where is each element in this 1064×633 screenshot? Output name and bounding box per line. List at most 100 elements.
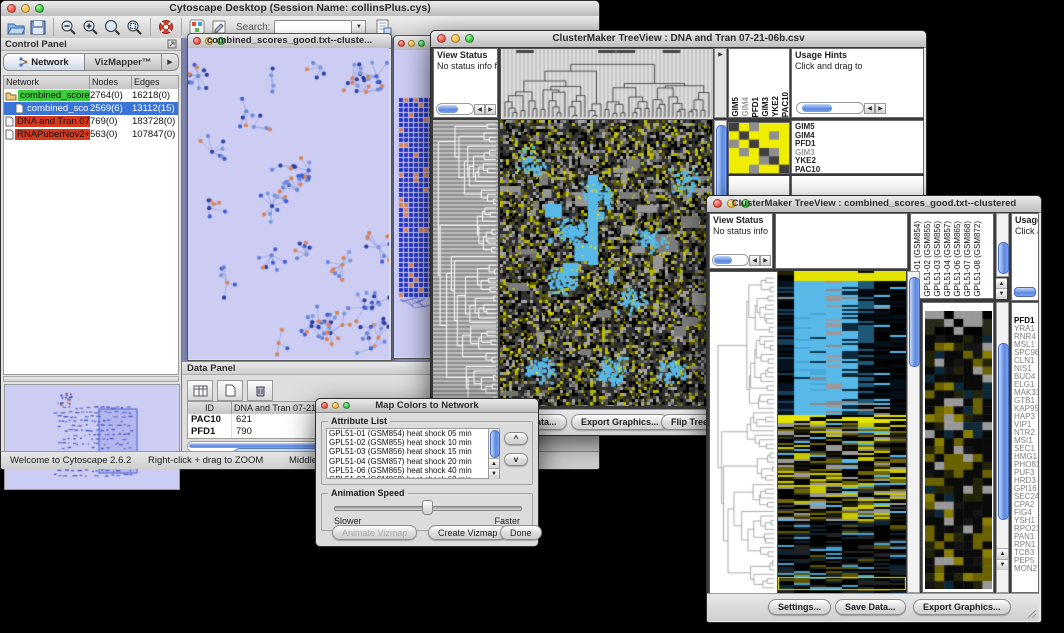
close-button[interactable]	[398, 40, 405, 47]
usage-hints-title: Usage Hints	[792, 49, 923, 60]
done-button[interactable]: Done	[500, 525, 542, 540]
zoom-in-icon[interactable]	[80, 17, 102, 37]
new-attribute-icon[interactable]	[217, 380, 243, 401]
tab-overflow-button[interactable]: ▶	[162, 53, 179, 71]
column-header-network[interactable]: Network	[4, 76, 90, 89]
gene-list-vscrollbar[interactable]: ▲ ▼	[996, 302, 1009, 593]
attribute-item[interactable]: GPL51-07 (GSM868) heat shock 60 min	[327, 475, 488, 479]
mini-heatmap-canvas[interactable]	[729, 123, 789, 173]
attribute-item[interactable]: GPL51-06 (GSM865) heat shock 40 min	[327, 466, 488, 475]
column-dendrogram-canvas[interactable]	[500, 48, 714, 120]
animation-speed-slider-thumb[interactable]	[422, 500, 433, 515]
move-up-button[interactable]: ^	[504, 432, 528, 445]
column-label[interactable]: GIM4	[741, 97, 751, 117]
network-canvas[interactable]	[188, 48, 389, 359]
network-row-dna-tran[interactable]: DNA and Tran 07 769(0) 183728(0)	[4, 115, 178, 128]
hscrollbar-thumb[interactable]	[802, 104, 832, 112]
scroll-right-arrow-icon[interactable]: ▶	[760, 255, 771, 266]
delete-attribute-trash-icon[interactable]	[247, 380, 273, 401]
zoom-fit-icon[interactable]	[102, 17, 124, 37]
scroll-left-arrow-icon[interactable]: ◀	[474, 104, 485, 115]
zoom-heatmap-canvas[interactable]	[925, 311, 992, 589]
network-row-combined-scores[interactable]: combined_scores 2764(0) 16218(0)	[4, 89, 178, 102]
export-graphics-button[interactable]: Export Graphics...	[571, 414, 669, 430]
hscrollbar-thumb[interactable]	[438, 105, 458, 113]
column-label[interactable]: GIM3	[761, 97, 771, 117]
column-label[interactable]: GPL51-07 (GSM868)	[963, 221, 973, 297]
column-label[interactable]: YKE2	[771, 96, 781, 117]
network-view-titlebar[interactable]: combined_scores_good.txt--cluste...	[188, 34, 391, 49]
hscrollbar-thumb[interactable]	[714, 256, 732, 264]
column-label[interactable]: GPL51-04 (GSM857)	[943, 221, 953, 297]
network-overview-canvas[interactable]	[4, 384, 180, 490]
gene-label[interactable]: MON2	[1014, 565, 1038, 573]
treeview2-top-dendrogram-area[interactable]	[775, 213, 908, 269]
help-lifering-icon[interactable]	[155, 17, 177, 37]
zoom-out-icon[interactable]	[58, 17, 80, 37]
zoom-button[interactable]	[418, 40, 425, 47]
treeview1-heatmap-canvas[interactable]	[500, 120, 712, 406]
column-label[interactable]: GIM5	[731, 97, 741, 117]
attribute-item[interactable]: GPL51-03 (GSM856) heat shock 15 min	[327, 447, 488, 456]
column-label[interactable]: GPL51-06 (GSM865)	[953, 221, 963, 297]
scroll-up-arrow-icon[interactable]: ▲	[997, 548, 1008, 559]
hscrollbar-thumb[interactable]	[1014, 287, 1036, 297]
export-graphics-button[interactable]: Export Graphics...	[913, 599, 1011, 615]
column-header-edges[interactable]: Edges	[132, 76, 178, 89]
open-session-button[interactable]	[5, 17, 27, 37]
scroll-right-arrow-icon[interactable]: ▶	[485, 104, 496, 115]
scroll-down-arrow-icon[interactable]: ▼	[997, 559, 1008, 570]
treeview2-vscrollbar[interactable]	[907, 271, 920, 593]
save-data-button[interactable]: Save Data...	[835, 599, 906, 615]
create-vizmap-button[interactable]: Create Vizmap	[428, 525, 507, 540]
column-header-nodes[interactable]: Nodes	[90, 76, 132, 89]
treeview2-heatmap-canvas[interactable]	[778, 271, 906, 593]
usage-hints-hscrollbar[interactable]: ◀▶	[796, 102, 886, 114]
attribute-item[interactable]: GPL51-02 (GSM855) heat shock 10 min	[327, 438, 488, 447]
attribute-table-icon[interactable]	[187, 380, 213, 401]
scroll-left-arrow-icon[interactable]: ◀	[749, 255, 760, 266]
minimize-button[interactable]	[408, 40, 415, 47]
column-label[interactable]: GPL51-08 (GSM872)	[973, 221, 983, 297]
tab-vizmapper[interactable]: VizMapper™	[85, 53, 162, 71]
column-label[interactable]: PFD1	[751, 97, 761, 117]
settings-button[interactable]: Settings...	[768, 599, 831, 615]
animate-vizmap-button[interactable]: Animate Vizmap	[332, 525, 417, 540]
treeview1-titlebar[interactable]: ClusterMaker TreeView : DNA and Tran 07-…	[431, 31, 926, 48]
scroll-right-arrow-icon[interactable]: ▶	[875, 103, 886, 114]
attribute-list-vscrollbar[interactable]: ▲ ▼	[488, 428, 500, 479]
cytoscape-titlebar[interactable]: Cytoscape Desktop (Session Name: collins…	[1, 1, 599, 17]
overview-splitter[interactable]	[3, 376, 179, 382]
float-panel-icon[interactable]	[167, 39, 177, 52]
zoom-selected-icon[interactable]	[124, 17, 146, 37]
row-dendrogram-canvas[interactable]	[433, 120, 498, 406]
view-status-hscrollbar[interactable]: ◀▶	[436, 103, 496, 115]
dialog-titlebar[interactable]: Map Colors to Network	[316, 399, 538, 413]
column-header-id[interactable]: ID	[188, 402, 232, 414]
move-down-button[interactable]: v	[504, 453, 528, 466]
vscrollbar-thumb[interactable]	[490, 430, 500, 458]
row-dendrogram-canvas[interactable]	[709, 271, 778, 593]
network-row-rnapuber[interactable]: RNAPuberNov2+ 563(0) 107847(0)	[4, 128, 178, 141]
save-session-button[interactable]	[27, 17, 49, 37]
attribute-item[interactable]: GPL51-04 (GSM857) heat shock 20 min	[327, 457, 488, 466]
column-label[interactable]: GPL51-02 (GSM855)	[923, 221, 933, 297]
resize-grip[interactable]	[1027, 609, 1037, 619]
vscrollbar-thumb[interactable]	[998, 343, 1009, 520]
tab-network[interactable]: Network	[3, 53, 85, 71]
column-label[interactable]: GPL51-03 (GSM856)	[933, 221, 943, 297]
scroll-down-arrow-icon[interactable]: ▼	[996, 288, 1007, 299]
network-row-combined-sco-selected[interactable]: combined_sco 2569(6) 13112(15)	[4, 102, 178, 115]
treeview2-titlebar[interactable]: ClusterMaker TreeView : combined_scores_…	[707, 196, 1041, 213]
column-labels-vscrollbar[interactable]	[996, 213, 1009, 277]
view-status-hscrollbar[interactable]: ◀▶	[712, 254, 771, 266]
dendrogram-collapse-strip[interactable]: ▶	[714, 48, 727, 118]
scroll-down-arrow-icon[interactable]: ▼	[489, 468, 499, 479]
vscrollbar-thumb[interactable]	[998, 242, 1009, 274]
document-icon	[15, 103, 24, 114]
attribute-item[interactable]: GPL51-01 (GSM854) heat shock 05 min	[327, 429, 488, 438]
scroll-left-arrow-icon[interactable]: ◀	[864, 103, 875, 114]
vscrollbar-thumb[interactable]	[909, 277, 920, 367]
column-label[interactable]: PAC10	[781, 92, 790, 117]
row-label[interactable]: PAC10	[795, 166, 923, 175]
